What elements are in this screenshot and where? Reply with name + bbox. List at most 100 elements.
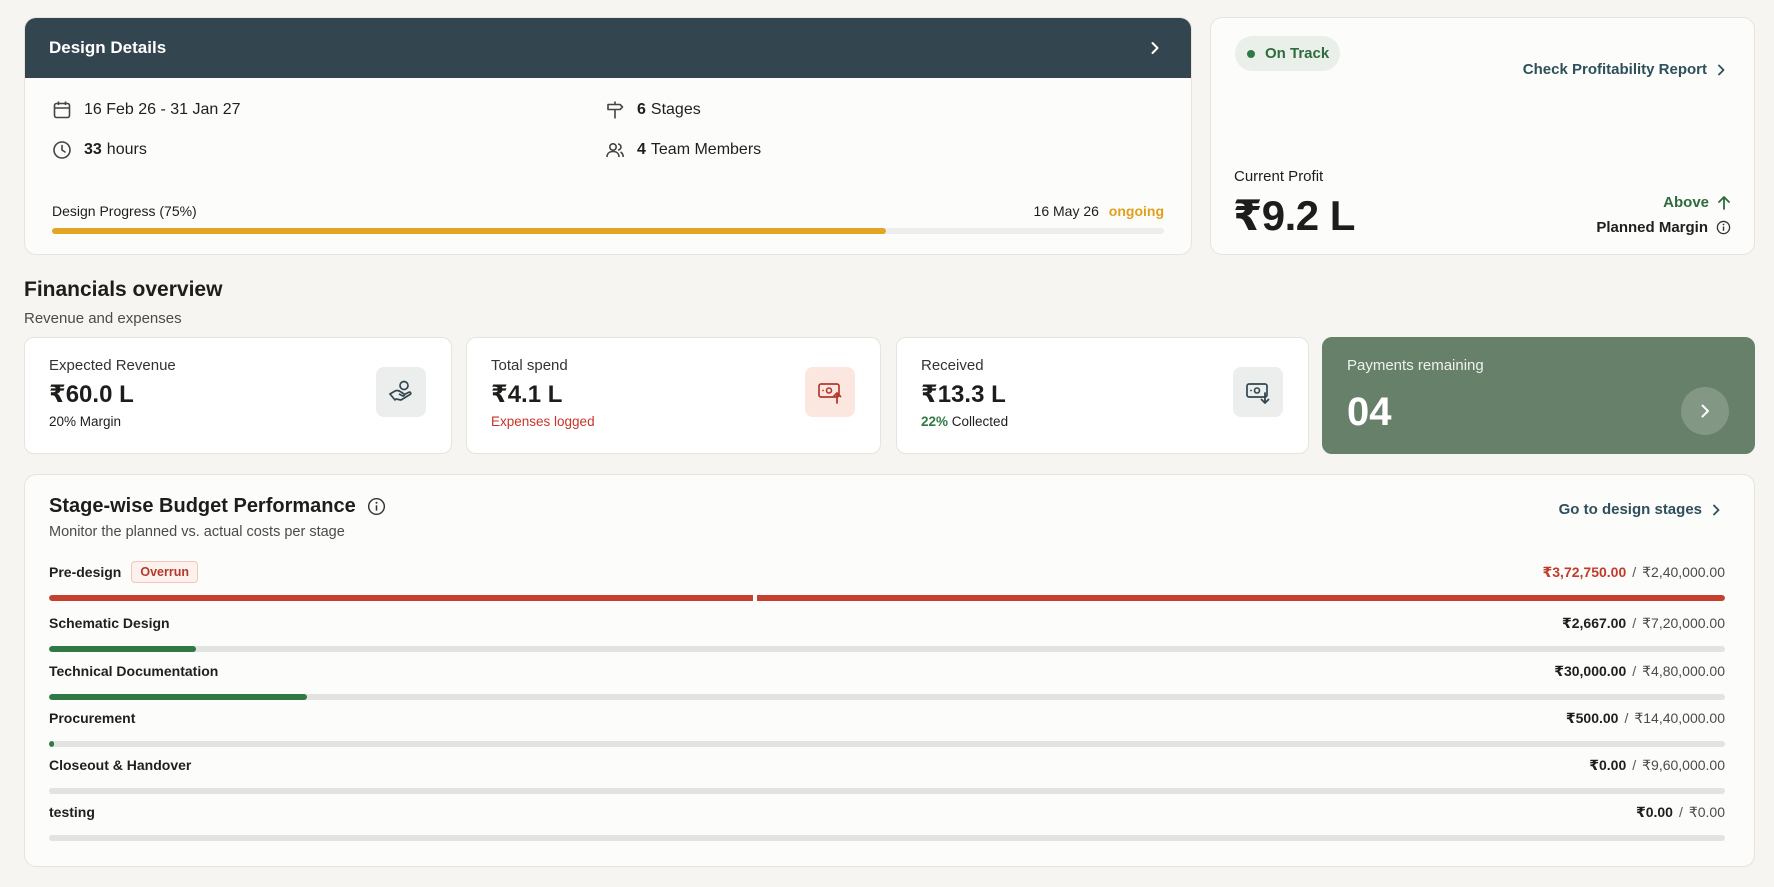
team-meta: 4 Team Members [605, 140, 761, 160]
stage-actual-amount: ₹30,000.00 [1554, 662, 1627, 679]
stage-name-wrap: Closeout & Handover [49, 757, 191, 773]
expected-revenue-value: ₹60.0 L [49, 381, 134, 408]
check-profitability-report-link[interactable]: Check Profitability Report [1523, 61, 1726, 78]
stage-name-wrap: Schematic Design [49, 615, 170, 631]
total-spend-card: Total spend ₹4.1 L Expenses logged [466, 337, 881, 454]
received-value: ₹13.3 L [921, 381, 1006, 408]
stage-row-header: Pre-design Overrun ₹3,72,750.00 / ₹2,40,000.… [49, 560, 1725, 584]
stage-amounts: ₹2,667.00 / ₹7,20,000.00 [1562, 615, 1725, 632]
report-link-label: Check Profitability Report [1522, 61, 1707, 78]
amount-separator: / [1632, 614, 1637, 631]
stage-progress-bar [49, 694, 1725, 700]
handshake-money-icon [376, 367, 426, 417]
stage-progress-bar [49, 595, 1725, 601]
financials-subtitle: Revenue and expenses [24, 310, 182, 327]
clock-icon [53, 141, 71, 159]
received-collected: 22% Collected [921, 414, 1008, 429]
stage-row: Closeout & Handover ₹0.00 / ₹9,60,000.00 [49, 753, 1725, 794]
amount-separator: / [1632, 756, 1637, 773]
cash-in-icon [1233, 367, 1283, 417]
design-details-title: Design Details [49, 38, 167, 57]
stage-name-wrap: Technical Documentation [49, 663, 218, 679]
stage-planned-amount: ₹14,40,000.00 [1634, 709, 1725, 726]
design-progress-meta: 16 May 26 ongoing [1028, 203, 1164, 219]
users-icon [606, 142, 624, 158]
stage-row-header: testing ₹0.00 / ₹0.00 [49, 800, 1725, 824]
amount-separator: / [1632, 563, 1637, 580]
stage-amounts: ₹0.00 / ₹9,60,000.00 [1589, 757, 1725, 774]
go-to-design-stages-link[interactable]: Go to design stages [1559, 501, 1721, 518]
stage-planned-amount: ₹0.00 [1688, 803, 1725, 820]
info-icon[interactable] [1716, 220, 1731, 235]
signpost-icon [607, 101, 624, 119]
payments-open-button[interactable] [1681, 387, 1729, 435]
stage-progress-bar [49, 741, 1725, 747]
stage-progress-bar [49, 788, 1725, 794]
design-progress-label: Design Progress (75%) [52, 203, 197, 219]
stage-name: Technical Documentation [49, 663, 219, 679]
design-stages-link-label: Go to design stages [1558, 501, 1702, 518]
received-label: Received [921, 357, 984, 374]
planned-margin-label: Planned Margin [1596, 219, 1708, 236]
stage-amounts: ₹500.00 / ₹14,40,000.00 [1566, 710, 1725, 727]
stages-label: Stages [650, 101, 701, 118]
stage-amounts: ₹3,72,750.00 / ₹2,40,000.00 [1543, 564, 1725, 581]
stage-name: testing [49, 804, 95, 820]
stage-budget-subtitle: Monitor the planned vs. actual costs per… [49, 524, 345, 540]
profit-card: On Track Check Profitability Report Curr… [1210, 17, 1755, 255]
stage-progress-fill [49, 694, 308, 700]
stage-progress-bar [49, 835, 1725, 841]
current-profit-label: Current Profit [1234, 168, 1324, 185]
stages-value: 6 [637, 101, 646, 118]
hours-value: 33 [84, 141, 102, 158]
stages-meta: 6 Stages [605, 100, 701, 120]
stage-row: Pre-design Overrun ₹3,72,750.00 / ₹2,40,000.… [49, 560, 1725, 601]
stage-planned-amount: ₹7,20,000.00 [1642, 614, 1725, 631]
date-range-text: 16 Feb 26 - 31 Jan 27 [84, 101, 241, 118]
stage-name-wrap: Procurement [49, 710, 135, 726]
stage-amounts: ₹0.00 / ₹0.00 [1636, 804, 1725, 821]
design-progress-bar [52, 228, 1164, 234]
stage-name: Procurement [49, 710, 136, 726]
stage-row-header: Schematic Design ₹2,667.00 / ₹7,20,000.00 [49, 611, 1725, 635]
design-progress-row: Design Progress (75%) 16 May 26 ongoing [52, 203, 1164, 219]
stage-name: Pre-design [49, 564, 122, 580]
hours-label: hours [106, 141, 147, 158]
stage-name: Schematic Design [49, 615, 170, 631]
stage-row: Schematic Design ₹2,667.00 / ₹7,20,000.00 [49, 611, 1725, 652]
design-progress-date: 16 May 26 [1033, 203, 1099, 219]
info-icon[interactable] [367, 497, 386, 516]
calendar-icon [53, 101, 71, 119]
chevron-right-icon[interactable] [1143, 36, 1167, 60]
date-range: 16 Feb 26 - 31 Jan 27 [52, 100, 241, 120]
stage-actual-amount: ₹0.00 [1635, 803, 1673, 820]
chevron-right-icon [1713, 504, 1720, 515]
chevron-right-icon [1718, 64, 1725, 75]
financials-title: Financials overview [24, 278, 223, 301]
design-details-header[interactable]: Design Details [25, 18, 1191, 78]
stage-progress-fill [49, 646, 197, 652]
total-spend-value: ₹4.1 L [491, 381, 563, 408]
stage-planned-amount: ₹2,40,000.00 [1642, 563, 1725, 580]
stage-actual-amount: ₹500.00 [1565, 709, 1619, 726]
profit-comparison: Above [1663, 194, 1731, 211]
arrow-up-icon [1718, 195, 1730, 210]
status-dot-icon [1247, 49, 1255, 58]
stage-name-wrap: Pre-design Overrun [49, 561, 198, 583]
stage-actual-amount: ₹0.00 [1589, 756, 1627, 773]
team-label: Team Members [650, 141, 762, 158]
stage-planned-amount: ₹4,80,000.00 [1642, 662, 1725, 679]
amount-separator: / [1678, 803, 1683, 820]
stage-progress-fill [49, 595, 1725, 601]
team-value: 4 [637, 141, 646, 158]
status-badge: On Track [1235, 36, 1341, 71]
received-collected-text: Collected [951, 414, 1009, 429]
chevron-right-icon [1701, 404, 1709, 418]
payments-remaining-card[interactable]: Payments remaining 04 [1322, 337, 1755, 454]
stage-progress-fill [49, 741, 55, 747]
stage-name-wrap: testing [49, 804, 95, 820]
stage-actual-amount: ₹3,72,750.00 [1542, 563, 1627, 580]
stage-budget-title: Stage-wise Budget Performance [49, 495, 386, 518]
stage-row: Technical Documentation ₹30,000.00 / ₹4,80,… [49, 659, 1725, 700]
design-details-card: Design Details 16 Feb 26 - 31 Jan 27 33 … [24, 17, 1192, 255]
